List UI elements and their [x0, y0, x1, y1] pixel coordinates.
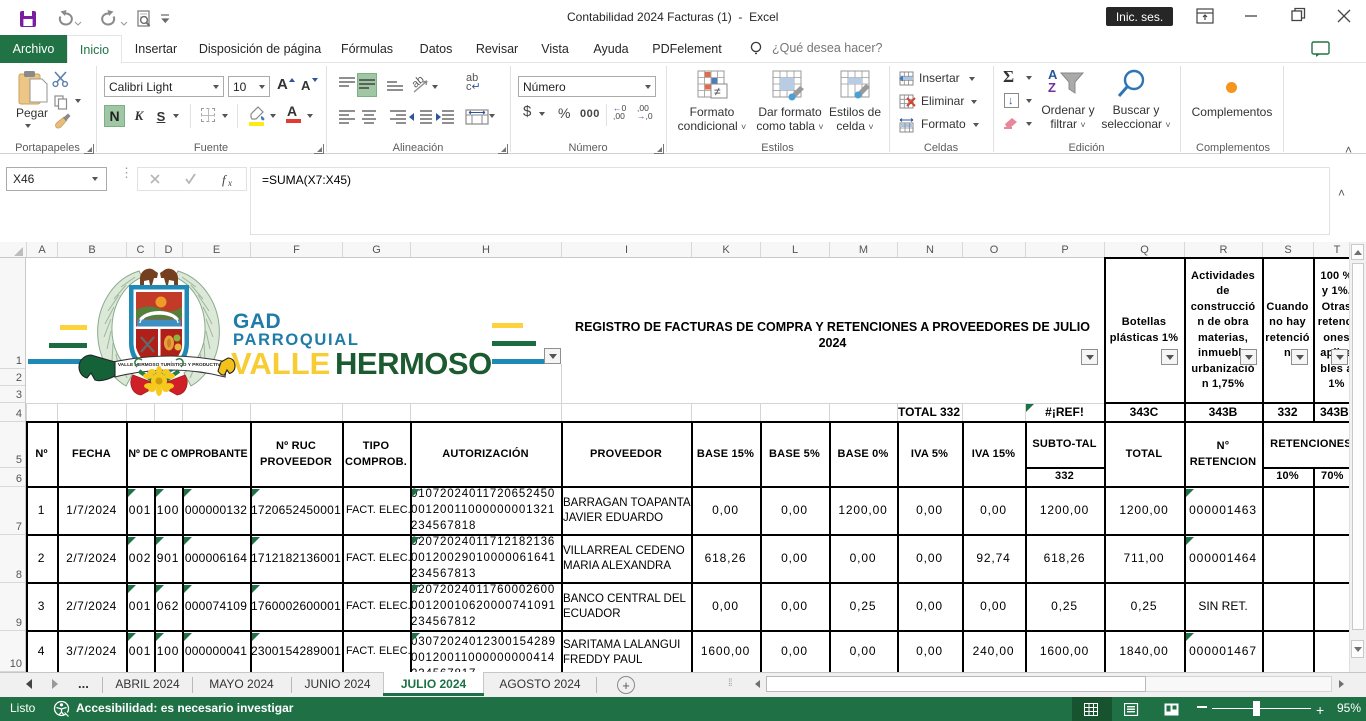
- svg-text:GAD: GAD: [233, 310, 281, 333]
- svg-text:x: x: [227, 178, 232, 187]
- svg-text:≠: ≠: [714, 85, 721, 99]
- svg-text:HERMOSO: HERMOSO: [335, 346, 492, 381]
- svg-text:VALLE: VALLE: [231, 346, 330, 381]
